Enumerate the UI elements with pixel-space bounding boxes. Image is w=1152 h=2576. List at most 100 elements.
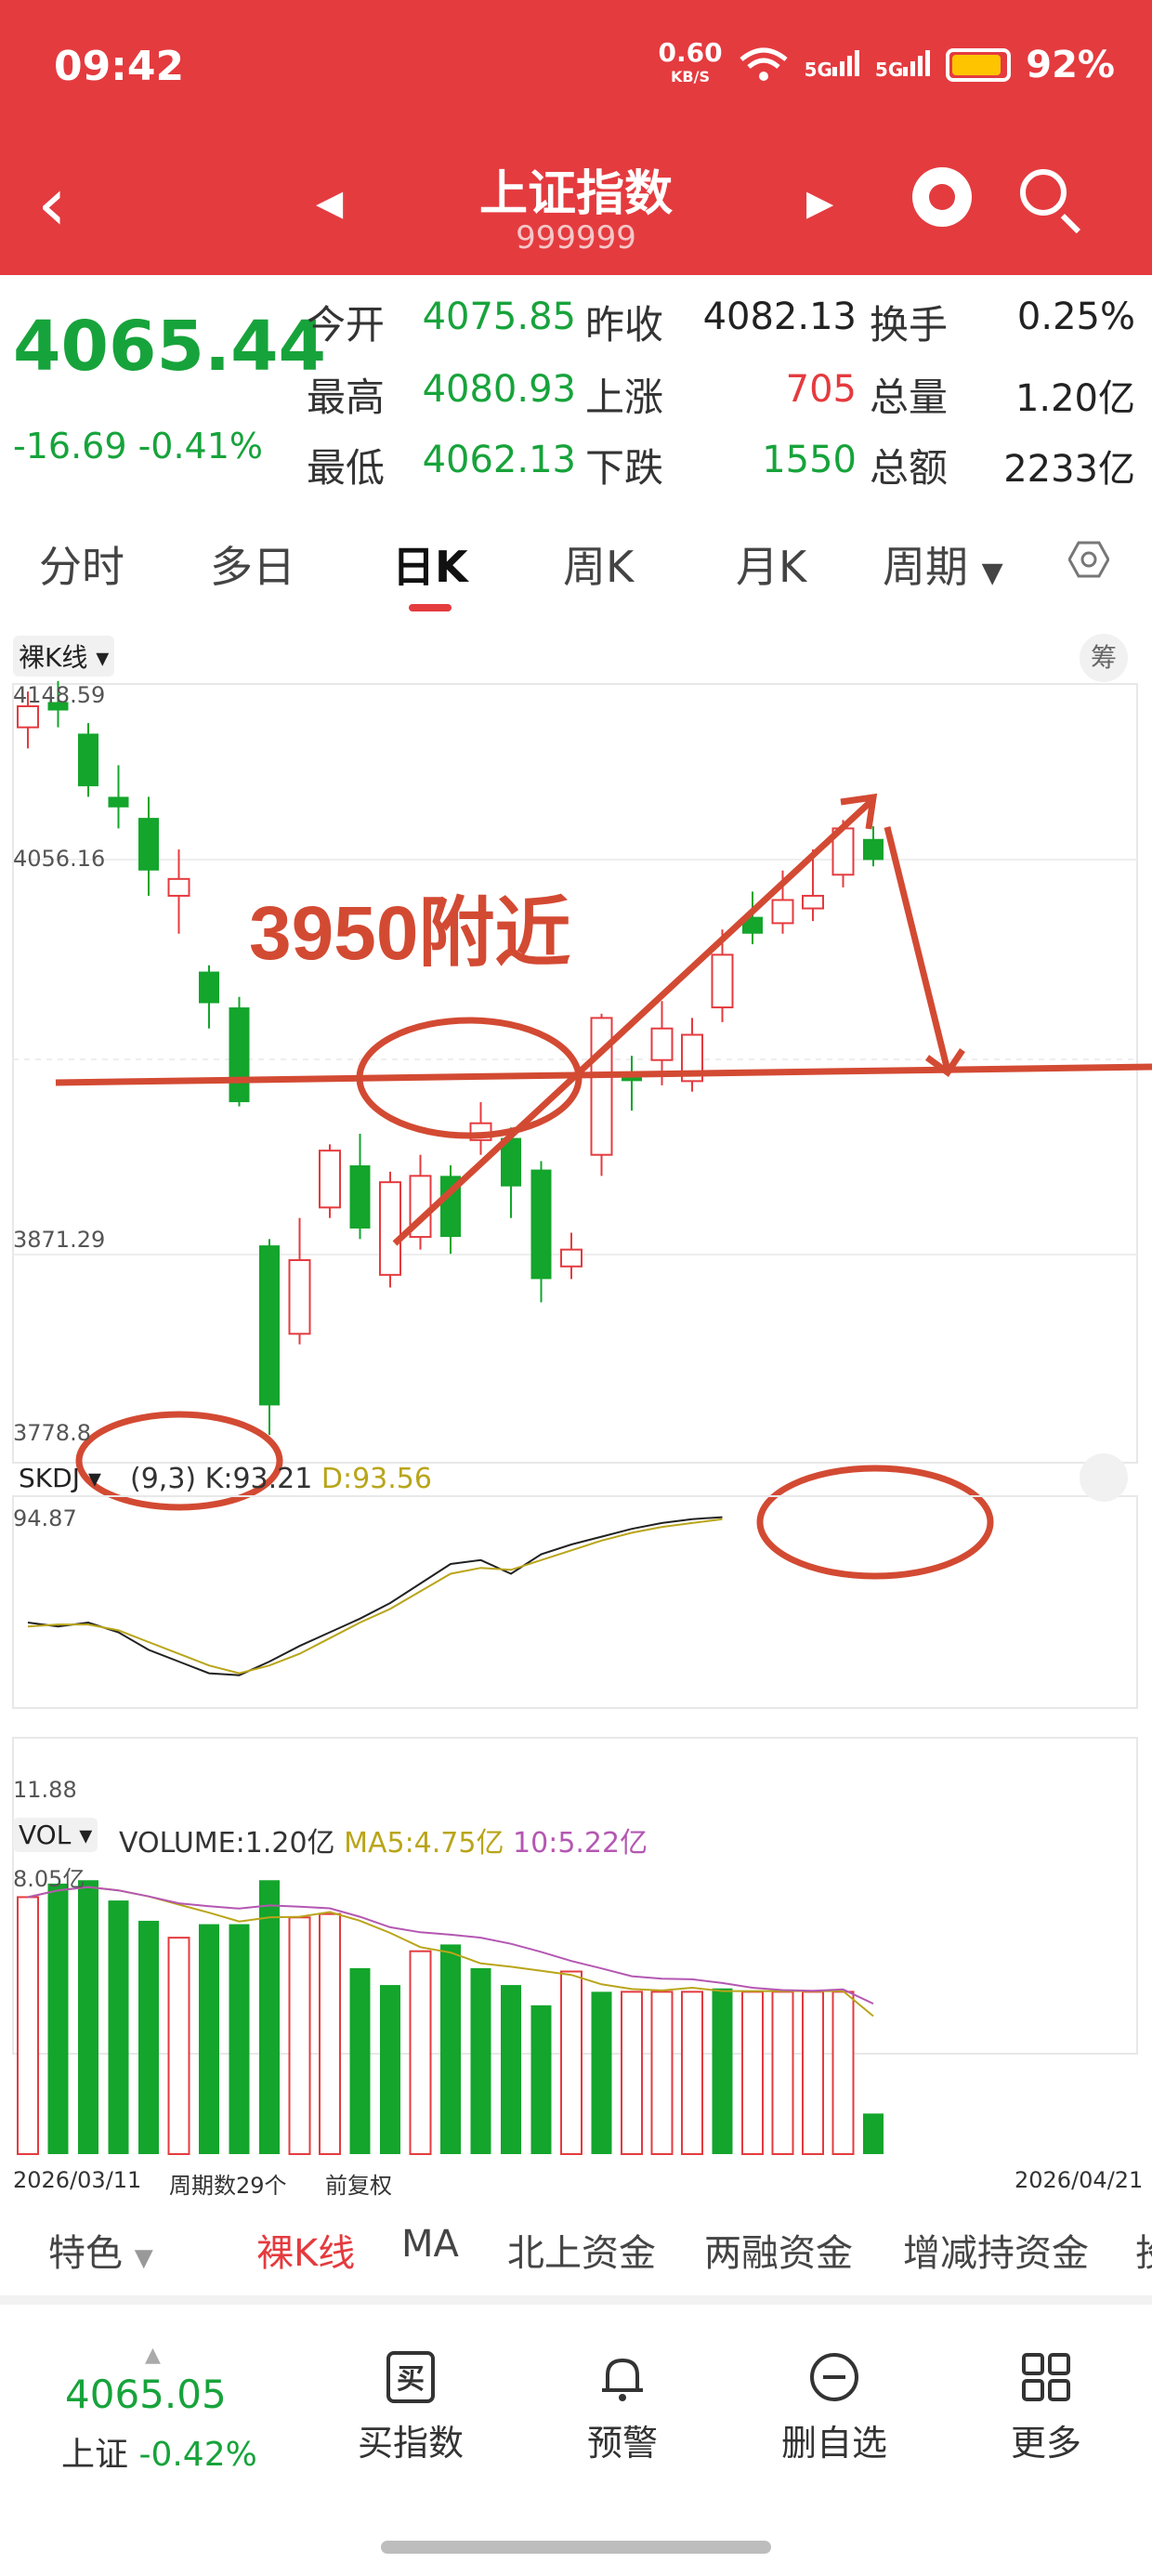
next-stock-button[interactable]: ▶ [806,182,833,223]
indicator-dropdown-vol[interactable]: VOL ▾ [13,1818,98,1852]
volume-bar [591,1991,612,2154]
volume-bar [380,1985,400,2154]
volume-bar [681,1991,703,2155]
end-date: 2026/04/21 [1015,2167,1144,2193]
candle-body [199,971,219,1004]
header-bar: 09:42 0.60 KB/S 5G 5G 92% ‹ ◀ 上证指数 999999… [0,0,1152,275]
index-code: 999999 [516,219,636,256]
bell-icon [595,2349,650,2405]
quote-value: 4075.85 [422,296,576,338]
buy-index-button[interactable]: 买 买指数 [336,2349,485,2465]
subtab-northbound[interactable]: 北上资金 [507,2223,656,2277]
tab-underline [409,604,452,611]
subtab-naked-k[interactable]: 裸K线 [256,2223,355,2277]
volume-bar [440,1944,461,2154]
candle-body [711,953,734,1009]
kdj-bottom-label: 11.88 [13,1777,77,1803]
quote-label: 今开 [307,302,386,348]
wifi-icon [739,47,788,81]
quote-label: 总额 [870,445,949,491]
volume-bar [47,1883,69,2154]
candle-body [229,1007,250,1103]
minus-circle-icon [806,2349,862,2405]
status-icons: 0.60 KB/S 5G 5G 92% [658,40,1115,89]
candle-body [319,1150,341,1209]
volume-bar [288,1916,311,2155]
period-count: 周期数29个 [169,2173,287,2199]
tab-monthly-k[interactable]: 月K [736,533,806,595]
tab-period[interactable]: 周期 ▼ [883,533,1003,595]
candle-body [530,1169,552,1280]
volume-bars-group [17,1880,884,2156]
candle-body [802,894,824,910]
volume-bar [741,1991,764,2155]
adjust-mode: 前复权 [325,2173,392,2199]
vol-values: VOLUME:1.20亿 MA5:4.75亿 10:5.22亿 [119,1827,648,1860]
subtab-margin[interactable]: 两融资金 [704,2223,853,2277]
kdj-values: (9,3) K:93.21 D:93.56 [130,1463,432,1495]
kdj-top-label: 94.87 [13,1505,77,1531]
search-icon[interactable] [1020,169,1067,216]
volume-bar [78,1880,98,2154]
subtab-featured[interactable]: 特色 ▼ [48,2223,153,2277]
subtab-ma[interactable]: MA [401,2223,459,2266]
quote-value: 0.25% [1016,296,1135,338]
subtab-more[interactable]: 投 [1135,2223,1152,2277]
quote-value: 4062.13 [422,439,576,481]
more-button[interactable]: 更多 [972,2349,1120,2465]
volume-bar [530,2004,552,2154]
bottom-index-label[interactable]: 上证 -0.42% [61,2427,257,2476]
mascot-icon[interactable] [912,167,972,227]
candle-body [650,1027,674,1061]
price-change: -16.69 -0.41% [13,426,264,467]
tab-weekly-k[interactable]: 周K [563,533,634,595]
volume-bar [712,1988,733,2154]
candle-body [590,1017,613,1156]
tab-multiday[interactable]: 多日 [210,533,295,595]
subtab-holdings[interactable]: 增减持资金 [903,2223,1089,2277]
svg-text:买: 买 [397,2364,425,2395]
quote-value: 1.20亿 [1015,377,1135,420]
volume-bar [319,1912,341,2155]
settings-icon[interactable] [1068,539,1109,580]
quote-value: 4080.93 [422,368,576,411]
buy-icon: 买 [383,2349,439,2405]
grid-icon [1018,2349,1074,2405]
volume-bar [621,1991,643,2155]
y-label-bottom: 3778.8 [13,1420,91,1446]
candle-body [863,838,884,861]
chevron-down-icon: ▼ [134,2244,153,2272]
vol-top-label: 8.05亿 [13,1866,85,1892]
candles-group [17,680,884,1436]
candle-body [259,1245,280,1406]
home-indicator[interactable] [381,2541,771,2554]
candle-body [349,1165,371,1229]
quote-value: 705 [785,368,857,411]
tab-daily-k[interactable]: 日K [392,533,468,595]
indicator-dropdown-kdj[interactable]: SKDJ ▾ [13,1461,107,1495]
candle-body [771,899,794,925]
quote-label: 下跌 [585,445,664,491]
tab-intraday[interactable]: 分时 [39,533,124,595]
y-label-top: 4148.59 [13,682,106,708]
status-time: 09:42 [54,43,185,90]
volume-bar [229,1924,250,2154]
expand-icon[interactable] [1080,1453,1128,1502]
quote-value: 2233亿 [1003,448,1135,491]
fall-arrow-line [884,826,951,1071]
volume-bar [17,1896,39,2155]
alert-button[interactable]: 预警 [548,2349,697,2465]
candle-body [17,704,39,729]
bottom-index-price[interactable]: 4065.05 [65,2372,227,2417]
volume-bar [199,1924,219,2154]
caret-up-icon: ▲ [145,2344,161,2367]
signal-5g-a: 5G [805,48,860,82]
volume-bar [771,1991,794,2155]
volume-bar [470,1967,491,2154]
volume-bar [560,1970,583,2155]
signal-5g-b: 5G [875,48,931,82]
quote-value: 4082.13 [702,296,857,338]
remove-watchlist-button[interactable]: 删自选 [760,2349,909,2465]
quote-label: 最高 [307,375,386,420]
kdj-k-line [27,1516,723,1676]
